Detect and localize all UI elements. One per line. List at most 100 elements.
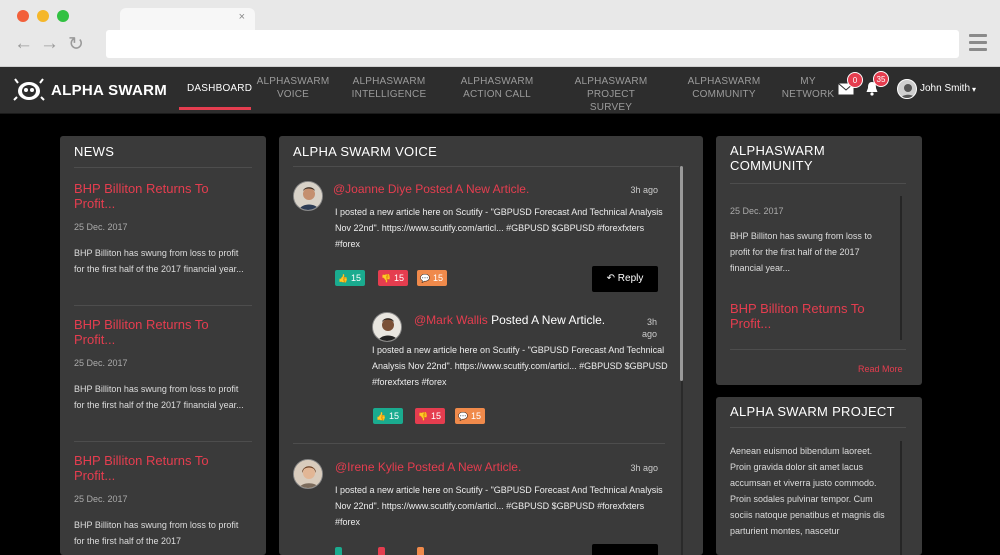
alpha-swarm-logo[interactable] — [13, 77, 45, 103]
comment-button[interactable]: 💬 15 — [417, 270, 447, 286]
nav-alphaswarm-project-survey[interactable]: ALPHASWARM PROJECT SURVEY — [568, 75, 654, 114]
divider — [293, 443, 665, 444]
close-window-dot[interactable] — [17, 10, 29, 22]
divider — [74, 441, 252, 442]
nav-label: COMMUNITY — [692, 89, 756, 100]
nav-label: ALPHASWARM — [574, 76, 648, 87]
nav-label: ALPHASWARM — [460, 76, 534, 87]
nav-alphaswarm-intelligence[interactable]: ALPHASWARM INTELLIGENCE — [349, 75, 429, 101]
nav-label: ACTION CALL — [463, 89, 531, 100]
reply-button[interactable] — [592, 544, 658, 555]
nav-label: INTELLIGENCE — [351, 89, 427, 100]
nav-label: MY — [800, 76, 816, 87]
voice-panel: ALPHA SWARM VOICE @Joanne Diye Posted A … — [279, 136, 703, 555]
community-panel: ALPHASWARM COMMUNITY 25 Dec. 2017 BHP Bi… — [716, 136, 922, 385]
post-username[interactable]: @Mark Wallis — [414, 313, 488, 327]
forward-arrow-icon[interactable]: → — [40, 33, 59, 55]
community-link-title[interactable]: BHP Billiton Returns To Profit... — [730, 301, 890, 331]
divider — [74, 305, 252, 306]
community-text: BHP Billiton has swung from loss to prof… — [730, 231, 872, 273]
post-header: @Mark Wallis Posted A New Article. — [414, 313, 614, 327]
address-bar[interactable] — [106, 30, 959, 58]
nav-label: VOICE — [276, 89, 310, 100]
nav-label: DASHBOARD — [187, 83, 253, 94]
post-action: Posted A New Article. — [415, 182, 530, 196]
minimize-window-dot[interactable] — [37, 10, 49, 22]
browser-chrome: × ← → ↻ — [0, 0, 1000, 67]
tab-close-icon[interactable]: × — [239, 11, 245, 23]
dislike-button[interactable]: 👎 15 — [415, 408, 445, 424]
scroll-track[interactable] — [900, 196, 902, 340]
comments-icon: 💬 — [458, 412, 468, 421]
app-header: ALPHA SWARM DASHBOARD ALPHASWARM VOICE A… — [0, 67, 1000, 114]
nav-my-network[interactable]: MY NETWORK — [781, 75, 835, 101]
like-button[interactable]: 👍 15 — [373, 408, 403, 424]
scroll-track[interactable] — [900, 441, 902, 555]
read-more-link[interactable]: Read More — [858, 364, 903, 374]
divider — [730, 183, 906, 184]
dislike-button[interactable]: 👎 15 — [378, 270, 408, 286]
like-count: 15 — [388, 411, 399, 421]
news-item-title[interactable]: BHP Billiton Returns To Profit... — [74, 453, 244, 483]
browser-tab[interactable]: × — [120, 8, 255, 30]
post-time: 3h ago — [641, 317, 657, 339]
like-button[interactable] — [335, 547, 342, 555]
brand-name[interactable]: ALPHA SWARM — [51, 82, 167, 99]
thumbs-down-icon: 👎 — [381, 274, 391, 283]
community-title: ALPHASWARM COMMUNITY — [730, 143, 825, 173]
nav-label: PROJECT SURVEY — [586, 89, 636, 113]
post-header: @Joanne Diye Posted A New Article. — [333, 182, 593, 196]
post-action: Posted A New Article. — [491, 313, 606, 327]
messages-badge: 0 — [847, 72, 863, 88]
reply-label: Reply — [617, 273, 644, 284]
reload-icon[interactable]: ↻ — [68, 33, 84, 56]
post-text: I posted a new article here on Scutify -… — [335, 485, 663, 527]
avatar[interactable] — [293, 181, 323, 211]
news-item-text: BHP Billiton has swung from loss to prof… — [74, 520, 239, 546]
post-username[interactable]: @Irene Kylie — [335, 460, 404, 474]
comments-icon: 💬 — [420, 274, 430, 283]
user-avatar[interactable] — [897, 79, 917, 99]
dislike-button[interactable] — [378, 547, 385, 555]
reply-button[interactable]: ↶ Reply — [592, 266, 658, 292]
nav-alphaswarm-voice[interactable]: ALPHASWARM VOICE — [256, 75, 330, 101]
news-item-title[interactable]: BHP Billiton Returns To Profit... — [74, 317, 244, 347]
nav-label: NETWORK — [781, 89, 835, 100]
news-item-title[interactable]: BHP Billiton Returns To Profit... — [74, 181, 244, 211]
scrollbar-thumb[interactable] — [680, 166, 683, 381]
like-button[interactable]: 👍 15 — [335, 270, 365, 286]
avatar[interactable] — [372, 312, 402, 342]
thumbs-up-icon: 👍 — [376, 412, 386, 421]
divider — [730, 349, 906, 350]
project-panel: ALPHA SWARM PROJECT Aenean euismod biben… — [716, 397, 922, 555]
maximize-window-dot[interactable] — [57, 10, 69, 22]
thumbs-up-icon: 👍 — [338, 274, 348, 283]
nav-label: ALPHASWARM — [256, 76, 330, 87]
divider — [74, 167, 252, 168]
chevron-down-icon[interactable]: ▾ — [972, 85, 976, 94]
news-item-date: 25 Dec. 2017 — [74, 358, 128, 368]
divider — [730, 427, 906, 428]
post-text: I posted a new article here on Scutify -… — [335, 207, 663, 249]
community-date: 25 Dec. 2017 — [730, 206, 784, 216]
back-arrow-icon[interactable]: ← — [14, 33, 33, 55]
post-username[interactable]: @Joanne Diye — [333, 182, 412, 196]
thumbs-down-icon: 👎 — [418, 412, 428, 421]
reply-icon: ↶ — [606, 273, 618, 284]
nav-alphaswarm-community[interactable]: ALPHASWARM COMMUNITY — [687, 75, 761, 101]
nav-alphaswarm-action-call[interactable]: ALPHASWARM ACTION CALL — [460, 75, 534, 101]
post-text: I posted a new article here on Scutify -… — [372, 345, 668, 387]
avatar[interactable] — [293, 459, 323, 489]
comment-count: 15 — [432, 273, 443, 283]
post-action: Posted A New Article. — [407, 460, 522, 474]
comment-button[interactable] — [417, 547, 424, 555]
nav-dashboard[interactable]: DASHBOARD — [187, 82, 253, 95]
news-title: NEWS — [74, 144, 115, 159]
browser-menu-icon[interactable] — [969, 34, 987, 54]
nav-label: ALPHASWARM — [687, 76, 761, 87]
user-name[interactable]: John Smith — [920, 83, 970, 94]
post-time: 3h ago — [630, 463, 658, 473]
divider — [293, 166, 679, 167]
comment-button[interactable]: 💬 15 — [455, 408, 485, 424]
news-item-text: BHP Billiton has swung from loss to prof… — [74, 384, 244, 410]
